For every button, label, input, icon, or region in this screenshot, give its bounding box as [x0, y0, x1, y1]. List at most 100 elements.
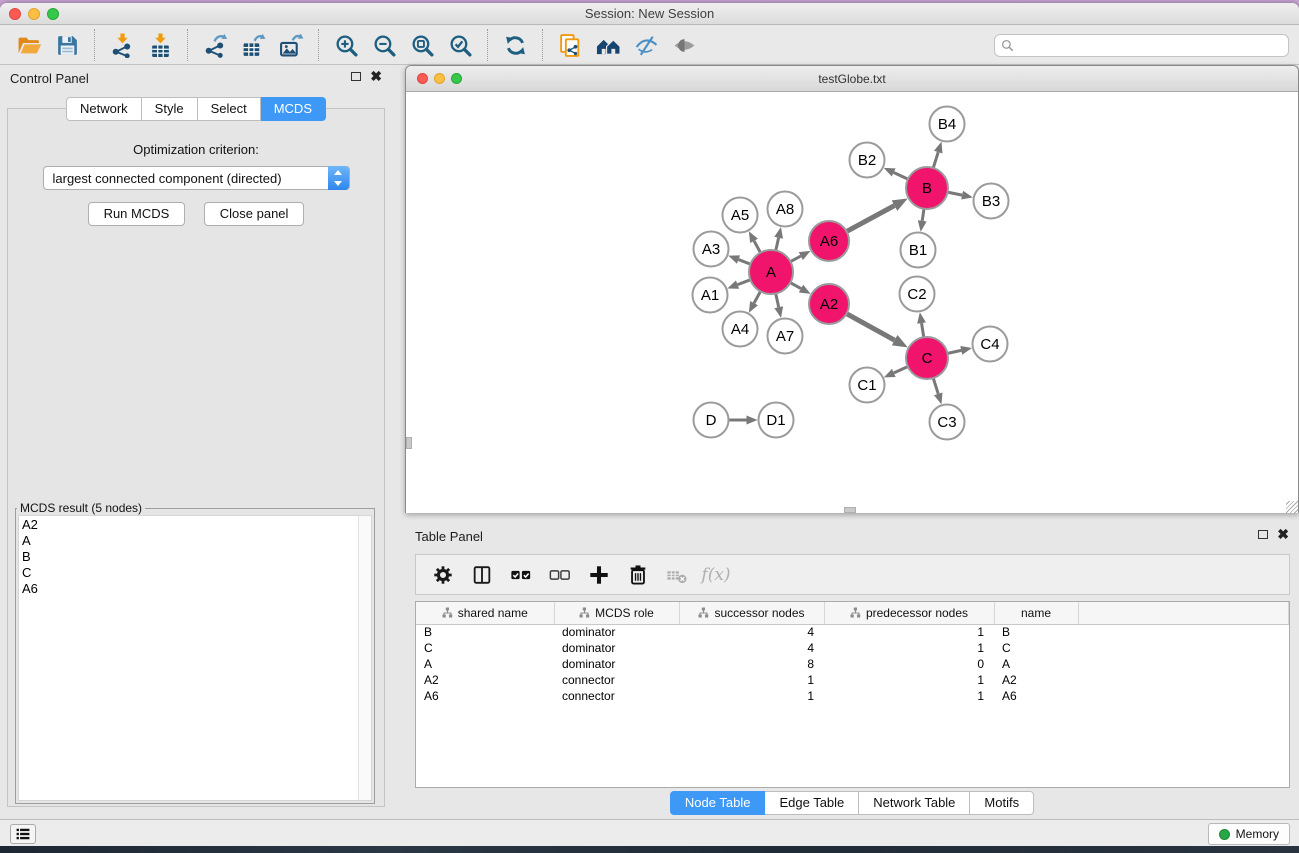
table-cell[interactable]: 4 [679, 640, 824, 656]
close-panel-icon[interactable]: ✖ [370, 71, 382, 81]
graph-node-A7[interactable]: A7 [768, 319, 803, 354]
graph-node-C4[interactable]: C4 [973, 327, 1008, 362]
table-cell[interactable]: 1 [679, 688, 824, 704]
table-cell[interactable]: 1 [824, 624, 994, 640]
graph-node-A8[interactable]: A8 [768, 192, 803, 227]
column-header-mcds-role[interactable]: MCDS role [554, 602, 679, 624]
graph-node-A4[interactable]: A4 [723, 312, 758, 347]
run-mcds-button[interactable]: Run MCDS [88, 202, 186, 226]
graph-node-B[interactable]: B [906, 167, 948, 209]
tab-select[interactable]: Select [198, 97, 261, 121]
table-cell[interactable]: A6 [994, 688, 1078, 704]
mcds-result-item[interactable]: C [22, 565, 371, 581]
mcds-result-item[interactable]: A2 [22, 517, 371, 533]
table-cell[interactable]: dominator [554, 656, 679, 672]
graph-node-C1[interactable]: C1 [850, 368, 885, 403]
mcds-result-item[interactable]: B [22, 549, 371, 565]
table-cell[interactable]: A6 [416, 688, 554, 704]
column-header-successor-nodes[interactable]: successor nodes [679, 602, 824, 624]
import-network-button[interactable] [107, 30, 137, 60]
open-session-button[interactable] [14, 30, 44, 60]
table-cell[interactable]: A [416, 656, 554, 672]
table-cell[interactable]: connector [554, 688, 679, 704]
criterion-select[interactable]: largest connected component (directed) [43, 166, 350, 190]
graph-edge-A2-C[interactable] [845, 313, 895, 340]
delete-column-button[interactable] [623, 561, 653, 589]
zoom-out-button[interactable] [369, 30, 399, 60]
graph-edge-A6-B[interactable] [845, 206, 895, 233]
graph-node-A5[interactable]: A5 [723, 198, 758, 233]
graph-node-D1[interactable]: D1 [759, 403, 794, 438]
graph-node-B2[interactable]: B2 [850, 143, 885, 178]
graph-node-A[interactable]: A [749, 250, 793, 294]
refresh-view-button[interactable] [500, 30, 530, 60]
network-window-titlebar[interactable]: testGlobe.txt [406, 66, 1298, 92]
result-scrollbar[interactable] [358, 516, 371, 800]
float-panel-icon[interactable] [351, 72, 361, 81]
show-column-button[interactable] [467, 561, 497, 589]
graph-node-B3[interactable]: B3 [974, 184, 1009, 219]
zoom-selected-button[interactable] [445, 30, 475, 60]
export-table-button[interactable] [238, 30, 268, 60]
column-header-shared-name[interactable]: shared name [416, 602, 554, 624]
import-table-button[interactable] [145, 30, 175, 60]
select-all-button[interactable] [506, 561, 536, 589]
task-history-button[interactable] [10, 824, 36, 844]
window-resize-grip[interactable] [1286, 501, 1298, 513]
graph-node-A3[interactable]: A3 [694, 232, 729, 267]
table-cell[interactable]: dominator [554, 640, 679, 656]
table-cell[interactable]: connector [554, 672, 679, 688]
tab-motifs[interactable]: Motifs [970, 791, 1034, 815]
table-options-button[interactable] [428, 561, 458, 589]
table-cell[interactable]: A2 [416, 672, 554, 688]
tab-style[interactable]: Style [142, 97, 198, 121]
table-cell[interactable]: 1 [824, 688, 994, 704]
copy-view-button[interactable] [555, 30, 585, 60]
mcds-result-item[interactable]: A6 [22, 581, 371, 597]
tab-network[interactable]: Network [66, 97, 142, 121]
table-cell[interactable]: 8 [679, 656, 824, 672]
tab-node-table[interactable]: Node Table [670, 791, 766, 815]
graph-node-B4[interactable]: B4 [930, 107, 965, 142]
column-header-name[interactable]: name [994, 602, 1078, 624]
zoom-fit-button[interactable] [407, 30, 437, 60]
mcds-result-item[interactable]: A [22, 533, 371, 549]
function-builder-button[interactable]: f(x) [701, 561, 731, 589]
export-network-button[interactable] [200, 30, 230, 60]
graph-node-A6[interactable]: A6 [809, 221, 849, 261]
graph-node-C[interactable]: C [906, 337, 948, 379]
zoom-in-button[interactable] [331, 30, 361, 60]
table-cell[interactable]: 1 [679, 672, 824, 688]
close-panel-button[interactable]: Close panel [204, 202, 305, 226]
tab-edge-table[interactable]: Edge Table [765, 791, 859, 815]
graph-node-C2[interactable]: C2 [900, 277, 935, 312]
graph-node-A1[interactable]: A1 [693, 278, 728, 313]
graph-node-D[interactable]: D [694, 403, 729, 438]
graph-node-B1[interactable]: B1 [901, 233, 936, 268]
memory-button[interactable]: Memory [1208, 823, 1290, 845]
column-header-predecessor-nodes[interactable]: predecessor nodes [824, 602, 994, 624]
delete-table-button[interactable] [662, 561, 692, 589]
canvas-horizontal-scroll-handle[interactable] [844, 507, 856, 513]
tab-mcds[interactable]: MCDS [261, 97, 326, 121]
table-cell[interactable]: 4 [679, 624, 824, 640]
tab-network-table[interactable]: Network Table [859, 791, 970, 815]
graph-node-A2[interactable]: A2 [809, 284, 849, 324]
table-cell[interactable]: dominator [554, 624, 679, 640]
search-input[interactable] [1018, 35, 1288, 56]
canvas-vertical-scroll-handle[interactable] [406, 437, 412, 449]
graph-node-C3[interactable]: C3 [930, 405, 965, 440]
show-all-networks-button[interactable] [593, 30, 623, 60]
table-cell[interactable]: 0 [824, 656, 994, 672]
float-table-panel-icon[interactable] [1258, 530, 1268, 539]
export-image-button[interactable] [276, 30, 306, 60]
table-cell[interactable]: A2 [994, 672, 1078, 688]
network-canvas[interactable]: B4 B2 B B3 A8 A5 A6 A3 B1 A A1 C2 A2 A4 A7 C4 C C1 C3 D D1 [406, 92, 1298, 513]
close-table-panel-icon[interactable]: ✖ [1277, 529, 1289, 539]
table-cell[interactable]: C [416, 640, 554, 656]
hide-selected-button[interactable] [631, 30, 661, 60]
table-cell[interactable]: 1 [824, 640, 994, 656]
deselect-all-button[interactable] [545, 561, 575, 589]
table-cell[interactable]: B [416, 624, 554, 640]
table-cell[interactable]: C [994, 640, 1078, 656]
